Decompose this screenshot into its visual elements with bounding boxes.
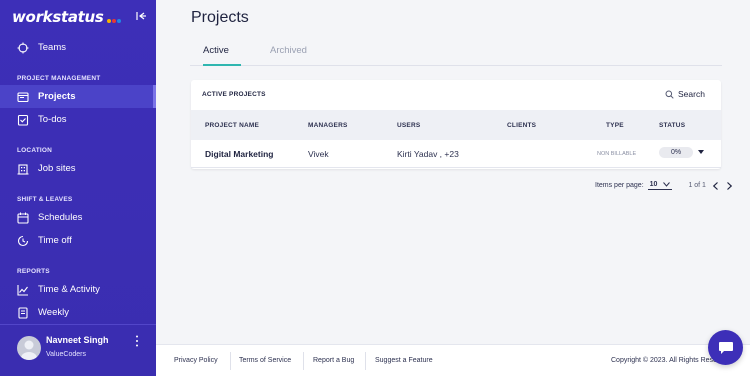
sidebar-item-teams[interactable]: Teams (0, 36, 156, 59)
sidebar-item-label: To-dos (38, 114, 67, 125)
search-button[interactable]: Search (665, 89, 705, 99)
section-shift-leaves: SHIFT & LEAVES (17, 196, 73, 203)
calendar-icon (16, 211, 30, 225)
card-title: ACTIVE PROJECTS (202, 91, 266, 98)
col-users[interactable]: USERS (397, 122, 420, 129)
divider (230, 352, 231, 370)
col-managers[interactable]: MANAGERS (308, 122, 348, 129)
main-content: Projects Active Archived ACTIVE PROJECTS… (156, 0, 750, 376)
folder-icon (16, 90, 30, 104)
caret-down-icon[interactable] (698, 150, 704, 154)
col-type[interactable]: TYPE (606, 122, 624, 129)
items-per-page-value: 10 (649, 181, 658, 188)
sidebar-item-label: Time off (38, 235, 72, 246)
prev-page-button[interactable] (712, 181, 720, 190)
sidebar-item-schedules[interactable]: Schedules (0, 206, 156, 229)
section-reports: REPORTS (17, 268, 50, 275)
chart-line-icon (16, 283, 30, 297)
tabs: Active Archived (190, 40, 722, 66)
checklist-icon (16, 113, 30, 127)
suggest-feature-link[interactable]: Suggest a Feature (375, 357, 433, 364)
table-row[interactable]: Digital Marketing Vivek Kirti Yadav , +2… (191, 140, 721, 168)
sidebar-item-projects[interactable]: Projects (0, 85, 156, 108)
sidebar-item-label: Schedules (38, 212, 83, 223)
col-status[interactable]: STATUS (659, 122, 685, 129)
chat-icon (718, 342, 733, 354)
type-cell: NON BILLABLE (597, 151, 637, 157)
crosshair-icon (16, 41, 30, 55)
status-pill: 0% (659, 147, 693, 158)
items-per-page-label: Items per page: (595, 182, 644, 189)
sidebar-item-label: Teams (38, 42, 66, 53)
building-icon (16, 162, 30, 176)
sidebar-item-weekly[interactable]: Weekly (0, 301, 156, 324)
tab-active[interactable]: Active (203, 45, 229, 56)
items-per-page-select[interactable]: 10 (647, 181, 673, 190)
col-project-name[interactable]: PROJECT NAME (205, 122, 259, 129)
sidebar-item-label: Time & Activity (38, 284, 100, 295)
clock-icon (16, 234, 30, 248)
pagination: Items per page: 10 1 of 1 (595, 181, 734, 190)
next-page-button[interactable] (726, 181, 734, 190)
report-icon (16, 306, 30, 320)
sidebar-item-time-off[interactable]: Time off (0, 229, 156, 252)
search-icon (665, 90, 674, 99)
chevron-right-icon (727, 181, 733, 190)
search-label: Search (678, 89, 705, 99)
privacy-policy-link[interactable]: Privacy Policy (174, 357, 218, 364)
chevron-down-icon (663, 182, 671, 187)
user-name: Navneet Singh (46, 335, 109, 345)
chevron-left-icon (713, 181, 719, 190)
managers-cell: Vivek (308, 149, 329, 159)
project-name-cell[interactable]: Digital Marketing (205, 149, 273, 159)
sidebar-item-todos[interactable]: To-dos (0, 108, 156, 131)
tab-archived[interactable]: Archived (270, 45, 307, 56)
more-options-icon[interactable] (134, 334, 140, 348)
divider (365, 352, 366, 370)
sidebar-item-job-sites[interactable]: Job sites (0, 157, 156, 180)
active-tab-indicator (203, 64, 241, 66)
report-bug-link[interactable]: Report a Bug (313, 357, 354, 364)
sidebar-item-label: Projects (38, 91, 76, 102)
sidebar-item-label: Weekly (38, 307, 69, 318)
col-clients[interactable]: CLIENTS (507, 122, 536, 129)
terms-of-service-link[interactable]: Terms of Service (239, 357, 291, 364)
sidebar: workstatus Teams PROJECT MANAGEMENT Proj… (0, 0, 156, 376)
divider (303, 352, 304, 370)
sidebar-item-label: Job sites (38, 163, 76, 174)
chat-button[interactable] (708, 330, 743, 365)
user-profile[interactable]: Navneet Singh ValueCoders (0, 324, 156, 376)
table-header: PROJECT NAME MANAGERS USERS CLIENTS TYPE… (191, 110, 721, 140)
avatar (17, 336, 41, 360)
page-title: Projects (191, 9, 249, 26)
page-range: 1 of 1 (688, 182, 706, 189)
users-cell[interactable]: Kirti Yadav , +23 (397, 149, 459, 159)
user-org: ValueCoders (46, 351, 86, 358)
collapse-sidebar-icon[interactable] (135, 10, 147, 22)
footer: Privacy Policy Terms of Service Report a… (156, 344, 750, 376)
sidebar-item-time-activity[interactable]: Time & Activity (0, 278, 156, 301)
section-location: LOCATION (17, 147, 53, 154)
section-project-management: PROJECT MANAGEMENT (17, 75, 101, 82)
projects-card: ACTIVE PROJECTS Search PROJECT NAME MANA… (191, 80, 721, 169)
workstatus-logo[interactable]: workstatus (12, 8, 121, 26)
